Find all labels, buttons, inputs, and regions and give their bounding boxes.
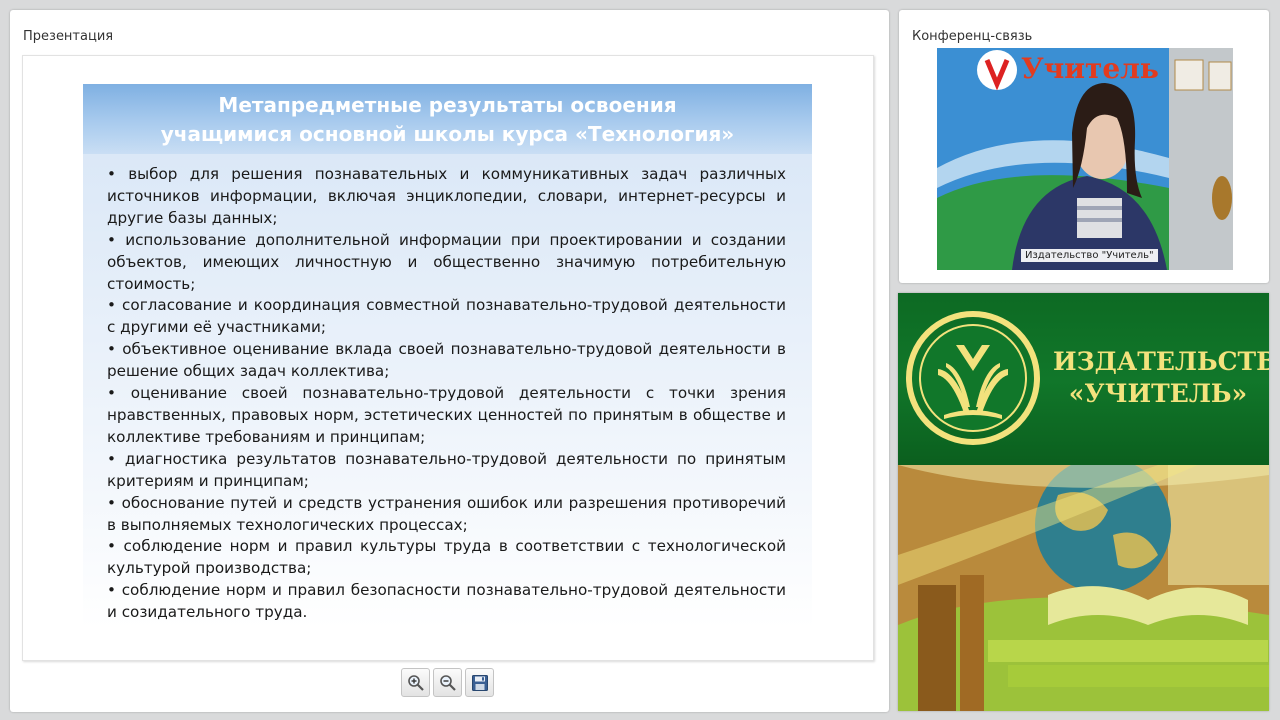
slide-bullet-item: • соблюдение норм и правил культуры труд… xyxy=(107,537,786,578)
slide-bullet-item: • использование дополнительной информаци… xyxy=(107,230,786,293)
slide-bullet-item: • объективное оценивание вклада своей по… xyxy=(107,340,786,381)
publisher-banner-photo xyxy=(898,465,1269,711)
slide-bullet-item: • соблюдение норм и правил безопасности … xyxy=(107,581,786,622)
save-icon xyxy=(471,674,488,691)
presentation-panel: Презентация Метапредметные результаты ос… xyxy=(10,10,889,712)
slide-title-line-1: Метапредметные результаты освоения xyxy=(218,93,677,117)
publisher-title-line-1: ИЗДАТЕЛЬСТВО xyxy=(1053,347,1269,376)
publisher-banner-top: ИЗДАТЕЛЬСТВО «УЧИТЕЛЬ» xyxy=(898,293,1269,465)
publisher-banner: ИЗДАТЕЛЬСТВО «УЧИТЕЛЬ» xyxy=(898,293,1269,711)
slide-bullet-item: • диагностика результатов познавательно-… xyxy=(107,449,786,490)
zoom-in-button[interactable] xyxy=(401,668,430,697)
slide-bullet-item: • обоснование путей и средств устранения… xyxy=(107,493,786,534)
publisher-logo-icon xyxy=(906,311,1040,445)
zoom-out-icon xyxy=(439,674,456,691)
zoom-in-icon xyxy=(407,674,424,691)
presentation-panel-title: Презентация xyxy=(23,29,114,44)
conference-panel: Конференц-связь Учитель Издательство "Уч… xyxy=(899,10,1269,283)
slide-header: Метапредметные результаты освоения учащи… xyxy=(83,84,812,154)
slide-title-line-2: учащимися основной школы курса «Технолог… xyxy=(160,122,735,146)
books-globe-image xyxy=(898,465,1269,711)
slide-body: • выбор для решения познавательных и ком… xyxy=(83,154,812,628)
banner-logo-text: Учитель xyxy=(1021,52,1159,85)
webcam-image: Учитель xyxy=(937,48,1233,270)
save-button[interactable] xyxy=(465,668,494,697)
slide-bullet-item: • выбор для решения познавательных и ком… xyxy=(107,165,786,227)
zoom-out-button[interactable] xyxy=(433,668,462,697)
publisher-title-line-2: «УЧИТЕЛЬ» xyxy=(1068,379,1248,408)
slide-bullet-item: • согласование и координация совместной … xyxy=(107,296,786,337)
video-feed[interactable]: Учитель Издательство "Учитель" xyxy=(937,48,1233,270)
publisher-title: ИЗДАТЕЛЬСТВО «УЧИТЕЛЬ» xyxy=(1053,346,1269,410)
slide-bullet-item: • оценивание своей познавательно-трудово… xyxy=(107,384,786,446)
slide-toolbar xyxy=(401,668,494,698)
conference-panel-title: Конференц-связь xyxy=(912,29,1033,44)
slide-viewer[interactable]: Метапредметные результаты освоения учащи… xyxy=(22,55,874,661)
video-caption: Издательство "Учитель" xyxy=(1021,249,1158,262)
slide-bullet-list: • выбор для решения познавательных и ком… xyxy=(83,154,812,624)
